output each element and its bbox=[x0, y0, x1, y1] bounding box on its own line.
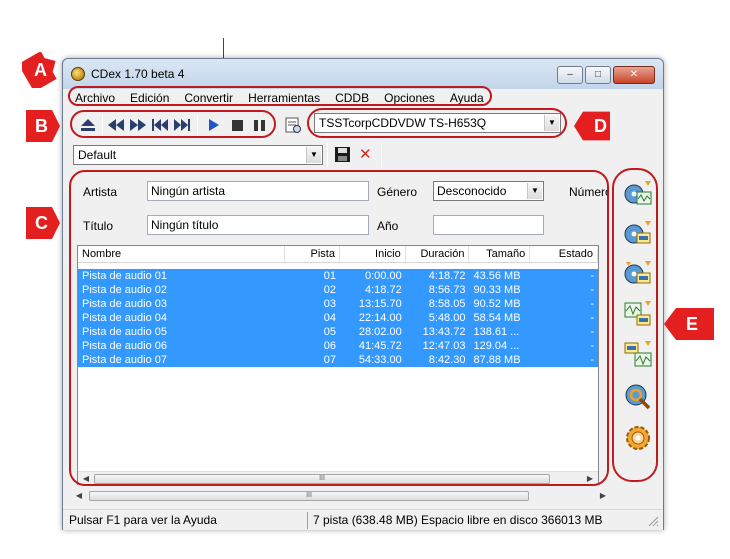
cdex-app-icon bbox=[71, 67, 85, 81]
profile-select-value: Default bbox=[78, 148, 117, 162]
status-bar: Pulsar F1 para ver la Ayuda 7 pista (638… bbox=[63, 509, 663, 530]
close-button[interactable]: ✕ bbox=[613, 66, 655, 84]
annotation-ring-menu bbox=[68, 86, 492, 106]
annotation-ring-player-controls bbox=[70, 110, 276, 138]
minimize-button[interactable]: – bbox=[557, 66, 583, 84]
scroll-left-icon[interactable]: ◀ bbox=[73, 491, 85, 501]
annotation-ring-sidebar bbox=[612, 168, 658, 482]
annotation-badge-b: B bbox=[24, 108, 60, 144]
profile-select[interactable]: Default ▼ bbox=[73, 145, 323, 165]
title-bar[interactable]: CDex 1.70 beta 4 – □ ✕ bbox=[63, 59, 663, 89]
status-disk-info: 7 pista (638.48 MB) Espacio libre en dis… bbox=[313, 513, 603, 527]
annotation-ring-drive bbox=[307, 108, 567, 138]
annotation-badge-d: D bbox=[574, 108, 610, 144]
red-x-icon[interactable]: ✕ bbox=[359, 145, 372, 163]
window-title: CDex 1.70 beta 4 bbox=[91, 67, 185, 81]
annotation-ring-track-area bbox=[69, 170, 609, 486]
maximize-button[interactable]: □ bbox=[585, 66, 611, 84]
annotation-badge-c: C bbox=[24, 205, 60, 241]
cd-info-icon[interactable] bbox=[284, 117, 302, 133]
annotation-badge-e: E bbox=[664, 306, 714, 342]
floppy-disk-icon[interactable] bbox=[335, 147, 350, 165]
chevron-down-icon[interactable]: ▼ bbox=[306, 147, 321, 163]
scroll-right-icon[interactable]: ▶ bbox=[597, 491, 609, 501]
scroll-thumb[interactable]: III bbox=[89, 491, 529, 501]
status-help-text: Pulsar F1 para ver la Ayuda bbox=[69, 513, 217, 527]
resize-grip-icon[interactable] bbox=[647, 515, 659, 527]
window-horizontal-scrollbar[interactable]: ◀ III ▶ bbox=[71, 489, 611, 503]
annotation-badge-a: A bbox=[22, 52, 58, 88]
